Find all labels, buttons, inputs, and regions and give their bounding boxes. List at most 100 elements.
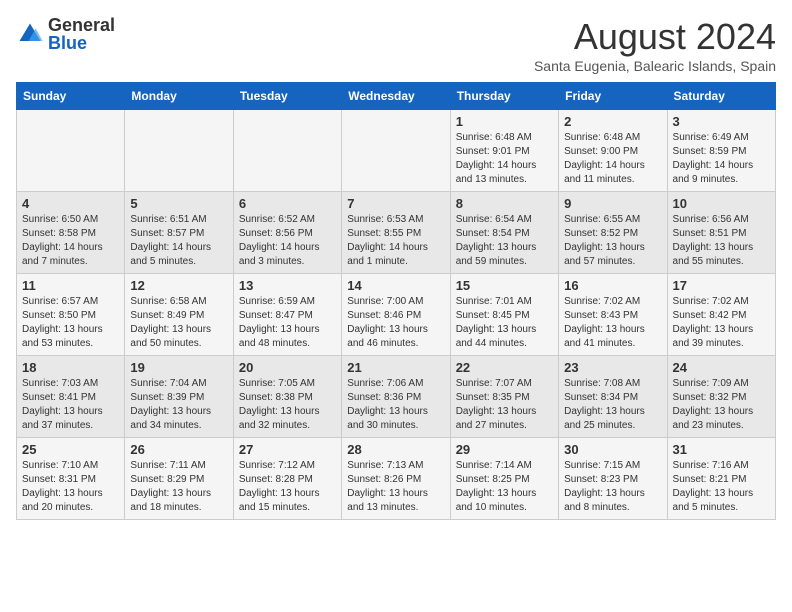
- calendar-cell: 4 Sunrise: 6:50 AM Sunset: 8:58 PM Daylig…: [17, 192, 125, 274]
- day-info: Sunrise: 7:01 AM Sunset: 8:45 PM Dayligh…: [456, 295, 553, 351]
- day-info: Sunrise: 7:11 AM Sunset: 8:29 PM Dayligh…: [130, 459, 227, 515]
- day-info: Sunrise: 6:53 AM Sunset: 8:55 PM Dayligh…: [347, 213, 444, 269]
- day-number: 19: [130, 360, 227, 375]
- calendar-cell: 27 Sunrise: 7:12 AM Sunset: 8:28 PM Dayli…: [233, 438, 341, 520]
- day-number: 20: [239, 360, 336, 375]
- calendar-cell: [17, 110, 125, 192]
- calendar-cell: 25 Sunrise: 7:10 AM Sunset: 8:31 PM Dayli…: [17, 438, 125, 520]
- calendar-cell: 19 Sunrise: 7:04 AM Sunset: 8:39 PM Dayli…: [125, 356, 233, 438]
- day-info: Sunrise: 6:48 AM Sunset: 9:01 PM Dayligh…: [456, 131, 553, 187]
- day-header-sunday: Sunday: [17, 83, 125, 110]
- logo-blue: Blue: [48, 34, 115, 52]
- day-number: 8: [456, 196, 553, 211]
- calendar-cell: 13 Sunrise: 6:59 AM Sunset: 8:47 PM Dayli…: [233, 274, 341, 356]
- day-number: 14: [347, 278, 444, 293]
- day-info: Sunrise: 7:12 AM Sunset: 8:28 PM Dayligh…: [239, 459, 336, 515]
- day-number: 7: [347, 196, 444, 211]
- day-number: 31: [673, 442, 770, 457]
- calendar-cell: 8 Sunrise: 6:54 AM Sunset: 8:54 PM Daylig…: [450, 192, 558, 274]
- calendar-cell: 23 Sunrise: 7:08 AM Sunset: 8:34 PM Dayli…: [559, 356, 667, 438]
- calendar-table: SundayMondayTuesdayWednesdayThursdayFrid…: [16, 82, 776, 520]
- day-info: Sunrise: 7:10 AM Sunset: 8:31 PM Dayligh…: [22, 459, 119, 515]
- day-header-wednesday: Wednesday: [342, 83, 450, 110]
- day-number: 29: [456, 442, 553, 457]
- calendar-cell: 11Sunrise: 6:57 AM Sunset: 8:50 PM Dayli…: [17, 274, 125, 356]
- calendar-header-row: SundayMondayTuesdayWednesdayThursdayFrid…: [17, 83, 776, 110]
- day-number: 23: [564, 360, 661, 375]
- calendar-cell: 7 Sunrise: 6:53 AM Sunset: 8:55 PM Daylig…: [342, 192, 450, 274]
- day-number: 25: [22, 442, 119, 457]
- day-number: 9: [564, 196, 661, 211]
- day-number: 3: [673, 114, 770, 129]
- calendar-cell: [233, 110, 341, 192]
- calendar-cell: 24 Sunrise: 7:09 AM Sunset: 8:32 PM Dayli…: [667, 356, 775, 438]
- day-number: 26: [130, 442, 227, 457]
- day-number: 2: [564, 114, 661, 129]
- day-number: 28: [347, 442, 444, 457]
- day-info: Sunrise: 6:52 AM Sunset: 8:56 PM Dayligh…: [239, 213, 336, 269]
- day-info: Sunrise: 6:56 AM Sunset: 8:51 PM Dayligh…: [673, 213, 770, 269]
- day-info: Sunrise: 7:07 AM Sunset: 8:35 PM Dayligh…: [456, 377, 553, 433]
- calendar-body: 1Sunrise: 6:48 AM Sunset: 9:01 PM Daylig…: [17, 110, 776, 520]
- day-info: Sunrise: 7:05 AM Sunset: 8:38 PM Dayligh…: [239, 377, 336, 433]
- day-info: Sunrise: 7:02 AM Sunset: 8:43 PM Dayligh…: [564, 295, 661, 351]
- day-number: 17: [673, 278, 770, 293]
- day-number: 12: [130, 278, 227, 293]
- day-info: Sunrise: 6:59 AM Sunset: 8:47 PM Dayligh…: [239, 295, 336, 351]
- week-row-3: 11Sunrise: 6:57 AM Sunset: 8:50 PM Dayli…: [17, 274, 776, 356]
- day-info: Sunrise: 7:02 AM Sunset: 8:42 PM Dayligh…: [673, 295, 770, 351]
- day-info: Sunrise: 7:09 AM Sunset: 8:32 PM Dayligh…: [673, 377, 770, 433]
- day-header-tuesday: Tuesday: [233, 83, 341, 110]
- calendar-cell: 21Sunrise: 7:06 AM Sunset: 8:36 PM Dayli…: [342, 356, 450, 438]
- logo: General Blue: [16, 16, 115, 52]
- day-info: Sunrise: 6:50 AM Sunset: 8:58 PM Dayligh…: [22, 213, 119, 269]
- day-info: Sunrise: 6:48 AM Sunset: 9:00 PM Dayligh…: [564, 131, 661, 187]
- calendar-cell: 14 Sunrise: 7:00 AM Sunset: 8:46 PM Dayli…: [342, 274, 450, 356]
- calendar-cell: 9 Sunrise: 6:55 AM Sunset: 8:52 PM Daylig…: [559, 192, 667, 274]
- day-info: Sunrise: 7:15 AM Sunset: 8:23 PM Dayligh…: [564, 459, 661, 515]
- day-number: 11: [22, 278, 119, 293]
- day-number: 16: [564, 278, 661, 293]
- day-info: Sunrise: 7:08 AM Sunset: 8:34 PM Dayligh…: [564, 377, 661, 433]
- calendar-cell: 16 Sunrise: 7:02 AM Sunset: 8:43 PM Dayli…: [559, 274, 667, 356]
- day-header-thursday: Thursday: [450, 83, 558, 110]
- day-number: 6: [239, 196, 336, 211]
- day-number: 24: [673, 360, 770, 375]
- calendar-cell: 18Sunrise: 7:03 AM Sunset: 8:41 PM Dayli…: [17, 356, 125, 438]
- week-row-1: 1Sunrise: 6:48 AM Sunset: 9:01 PM Daylig…: [17, 110, 776, 192]
- month-title: August 2024: [534, 16, 776, 58]
- week-row-5: 25 Sunrise: 7:10 AM Sunset: 8:31 PM Dayli…: [17, 438, 776, 520]
- logo-icon: [16, 20, 44, 48]
- day-info: Sunrise: 7:00 AM Sunset: 8:46 PM Dayligh…: [347, 295, 444, 351]
- day-info: Sunrise: 7:03 AM Sunset: 8:41 PM Dayligh…: [22, 377, 119, 433]
- calendar-cell: 15 Sunrise: 7:01 AM Sunset: 8:45 PM Dayli…: [450, 274, 558, 356]
- day-number: 15: [456, 278, 553, 293]
- day-number: 13: [239, 278, 336, 293]
- calendar-cell: [342, 110, 450, 192]
- week-row-4: 18Sunrise: 7:03 AM Sunset: 8:41 PM Dayli…: [17, 356, 776, 438]
- day-info: Sunrise: 6:58 AM Sunset: 8:49 PM Dayligh…: [130, 295, 227, 351]
- day-number: 4: [22, 196, 119, 211]
- title-area: August 2024 Santa Eugenia, Balearic Isla…: [534, 16, 776, 74]
- calendar-cell: 5Sunrise: 6:51 AM Sunset: 8:57 PM Daylig…: [125, 192, 233, 274]
- day-info: Sunrise: 7:13 AM Sunset: 8:26 PM Dayligh…: [347, 459, 444, 515]
- day-header-saturday: Saturday: [667, 83, 775, 110]
- calendar-cell: [125, 110, 233, 192]
- calendar-cell: 1Sunrise: 6:48 AM Sunset: 9:01 PM Daylig…: [450, 110, 558, 192]
- calendar-cell: 30Sunrise: 7:15 AM Sunset: 8:23 PM Dayli…: [559, 438, 667, 520]
- calendar-cell: 29 Sunrise: 7:14 AM Sunset: 8:25 PM Dayli…: [450, 438, 558, 520]
- calendar-cell: 26 Sunrise: 7:11 AM Sunset: 8:29 PM Dayli…: [125, 438, 233, 520]
- calendar-cell: 6 Sunrise: 6:52 AM Sunset: 8:56 PM Daylig…: [233, 192, 341, 274]
- calendar-cell: 20 Sunrise: 7:05 AM Sunset: 8:38 PM Dayli…: [233, 356, 341, 438]
- day-info: Sunrise: 7:16 AM Sunset: 8:21 PM Dayligh…: [673, 459, 770, 515]
- day-info: Sunrise: 6:54 AM Sunset: 8:54 PM Dayligh…: [456, 213, 553, 269]
- day-info: Sunrise: 7:04 AM Sunset: 8:39 PM Dayligh…: [130, 377, 227, 433]
- day-info: Sunrise: 6:55 AM Sunset: 8:52 PM Dayligh…: [564, 213, 661, 269]
- calendar-cell: 2 Sunrise: 6:48 AM Sunset: 9:00 PM Daylig…: [559, 110, 667, 192]
- day-info: Sunrise: 7:14 AM Sunset: 8:25 PM Dayligh…: [456, 459, 553, 515]
- calendar-cell: 10Sunrise: 6:56 AM Sunset: 8:51 PM Dayli…: [667, 192, 775, 274]
- day-number: 27: [239, 442, 336, 457]
- day-header-monday: Monday: [125, 83, 233, 110]
- day-number: 5: [130, 196, 227, 211]
- day-info: Sunrise: 6:49 AM Sunset: 8:59 PM Dayligh…: [673, 131, 770, 187]
